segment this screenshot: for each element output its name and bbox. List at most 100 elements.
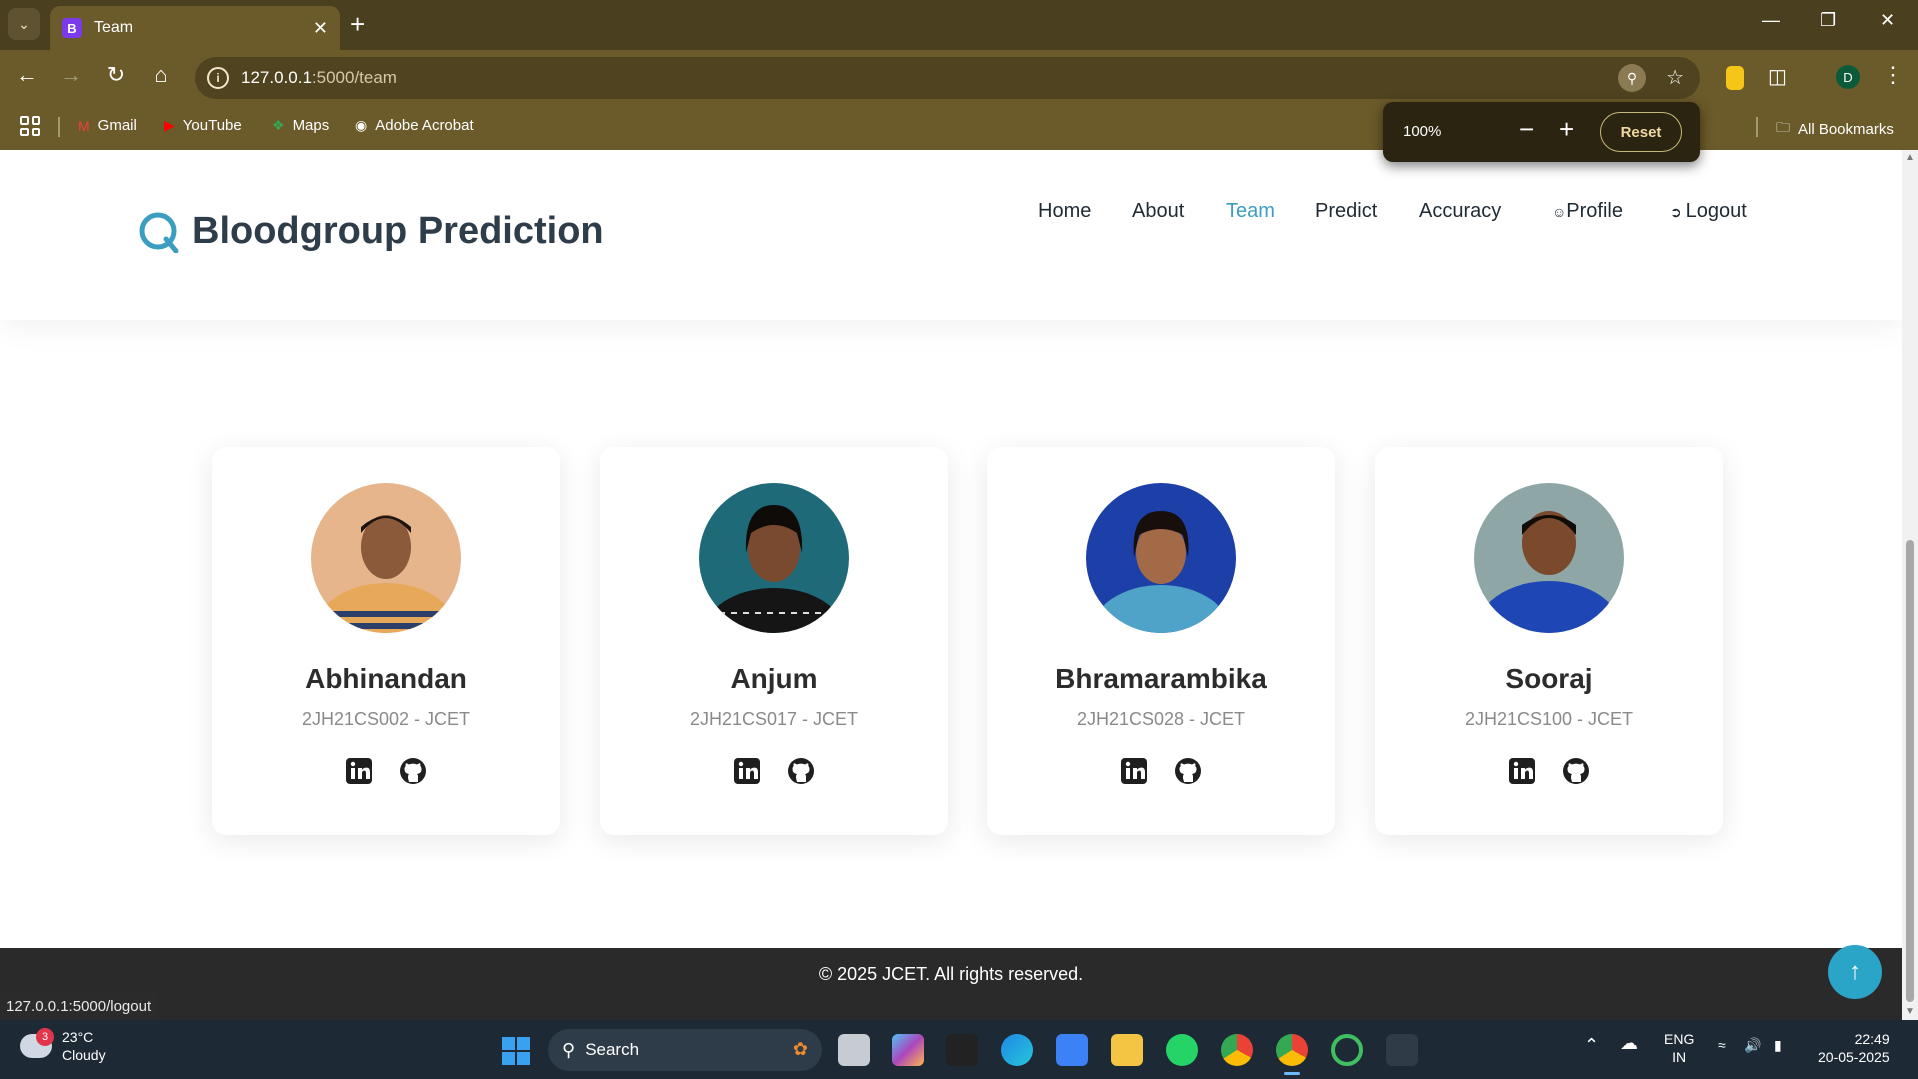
linkedin-icon[interactable] xyxy=(345,757,373,785)
chrome-icon[interactable] xyxy=(1221,1034,1253,1066)
zoom-in-icon[interactable]: + xyxy=(1559,114,1574,145)
nav-accuracy[interactable]: Accuracy xyxy=(1419,200,1501,223)
link-status-tooltip: 127.0.0.1:5000/logout xyxy=(0,992,158,1020)
terminal-window-icon[interactable] xyxy=(946,1034,978,1066)
tab-close-icon[interactable]: ✕ xyxy=(313,18,328,39)
weather-desc: Cloudy xyxy=(62,1047,106,1063)
minimize-icon[interactable]: — xyxy=(1762,10,1780,31)
zoom-reset-button[interactable]: Reset xyxy=(1600,112,1682,152)
clock[interactable]: 22:49 20-05-2025 xyxy=(1818,1030,1890,1066)
bookmark-label: Gmail xyxy=(97,117,137,134)
taskbar-search[interactable]: ⚲ Search ✿ xyxy=(548,1029,822,1071)
main-nav: Home About Team Predict Accuracy ☺Profil… xyxy=(0,200,1902,230)
chrome-active-icon[interactable] xyxy=(1276,1034,1308,1075)
nav-home[interactable]: Home xyxy=(1038,200,1091,223)
scroll-up-arrow-icon[interactable]: ▲ xyxy=(1905,152,1915,163)
all-bookmarks[interactable]: 🗀 All Bookmarks xyxy=(1776,117,1894,141)
github-icon[interactable] xyxy=(1562,757,1590,785)
file-explorer-icon[interactable] xyxy=(1111,1034,1143,1066)
profile-avatar[interactable]: D xyxy=(1836,65,1860,89)
maps-icon: ❖ xyxy=(272,117,285,133)
browser-tab-strip: ⌄ B Team ✕ + — ❐ ✕ xyxy=(0,0,1918,50)
microsoft-store-icon[interactable] xyxy=(1056,1034,1088,1066)
tab-search-chevron-icon[interactable]: ⌄ xyxy=(8,8,40,40)
scroll-to-top-button[interactable]: ↑ xyxy=(1828,945,1882,999)
scroll-down-arrow-icon[interactable]: ▼ xyxy=(1905,1006,1915,1017)
github-icon[interactable] xyxy=(399,757,427,785)
nav-profile[interactable]: ☺Profile xyxy=(1552,200,1623,223)
zoom-out-icon[interactable]: − xyxy=(1519,114,1534,145)
apps-grid-icon[interactable] xyxy=(20,116,40,136)
member-id: 2JH21CS100 - JCET xyxy=(1464,709,1634,729)
bookmark-adobe-acrobat[interactable]: ◉ Adobe Acrobat xyxy=(355,117,474,134)
url-text: 127.0.0.1:5000/team xyxy=(241,68,397,88)
back-arrow-icon[interactable]: ← xyxy=(12,62,42,88)
nav-predict[interactable]: Predict xyxy=(1315,200,1377,223)
folder-icon: 🗀 xyxy=(1776,119,1790,135)
weather-temp: 23°C xyxy=(62,1029,94,1045)
onedrive-cloud-icon[interactable]: ☁ xyxy=(1620,1034,1638,1052)
bookmark-gmail[interactable]: M Gmail xyxy=(78,117,137,134)
volume-icon[interactable]: 🔊 xyxy=(1744,1036,1761,1054)
member-name: Sooraj xyxy=(1505,663,1593,694)
tray-chevron-up-icon[interactable]: ⌃ xyxy=(1584,1036,1599,1054)
forward-arrow-icon[interactable]: → xyxy=(56,62,86,88)
nav-team[interactable]: Team xyxy=(1226,200,1275,223)
site-footer: © 2025 JCET. All rights reserved. xyxy=(0,948,1902,1020)
zoom-magnifier-icon[interactable]: ⚲ xyxy=(1618,64,1646,92)
language-code: ENG xyxy=(1664,1031,1695,1047)
bookmark-star-icon[interactable]: ☆ xyxy=(1666,65,1684,90)
notification-badge: 3 xyxy=(36,1028,54,1046)
edge-icon[interactable] xyxy=(1001,1034,1033,1066)
loading-app-icon[interactable] xyxy=(1331,1034,1363,1066)
social-links xyxy=(600,757,948,785)
taskbar-search-label: Search xyxy=(585,1040,640,1059)
bookmark-maps[interactable]: ❖ Maps xyxy=(272,117,329,134)
github-icon[interactable] xyxy=(1174,757,1202,785)
home-icon[interactable]: ⌂ xyxy=(146,62,176,88)
globe-icon: ◉ xyxy=(355,117,368,133)
member-photo xyxy=(699,483,849,633)
social-links xyxy=(987,757,1335,785)
bookmark-youtube[interactable]: ▶ YouTube xyxy=(164,117,242,134)
windows-start-icon[interactable] xyxy=(502,1037,530,1065)
site-header: Bloodgroup Prediction Home About Team Pr… xyxy=(0,150,1902,320)
site-info-icon[interactable]: i xyxy=(207,67,229,89)
nav-about[interactable]: About xyxy=(1132,200,1184,223)
page-scrollbar[interactable]: ▲ ▼ xyxy=(1902,150,1918,1020)
terminal-icon[interactable] xyxy=(1386,1034,1418,1066)
gmail-icon: M xyxy=(78,117,90,134)
linkedin-icon[interactable] xyxy=(1120,757,1148,785)
member-id: 2JH21CS017 - JCET xyxy=(689,709,859,729)
scrollbar-thumb[interactable] xyxy=(1906,540,1914,1002)
reload-icon[interactable]: ↻ xyxy=(101,62,131,88)
linkedin-icon[interactable] xyxy=(1508,757,1536,785)
zoom-level: 100% xyxy=(1403,123,1442,140)
address-bar[interactable]: i 127.0.0.1:5000/team ⚲ ☆ xyxy=(195,57,1700,99)
extensions-puzzle-icon[interactable]: ◫ xyxy=(1768,64,1787,89)
extension-yellow-icon[interactable] xyxy=(1726,66,1744,90)
nav-logout-label: Logout xyxy=(1685,200,1747,222)
wifi-icon[interactable]: ≈ xyxy=(1718,1036,1726,1054)
copilot-icon[interactable] xyxy=(892,1034,924,1066)
browser-menu-icon[interactable]: ⋮ xyxy=(1882,62,1904,88)
browser-tab-team[interactable]: B Team ✕ xyxy=(50,6,340,50)
nav-logout[interactable]: ➲ Logout xyxy=(1670,200,1747,223)
task-view-icon[interactable] xyxy=(838,1034,870,1066)
weather-widget[interactable]: 3 23°C Cloudy xyxy=(20,1028,106,1064)
arrow-up-icon: ↑ xyxy=(1849,958,1861,985)
bookmark-divider xyxy=(1756,117,1758,137)
member-photo xyxy=(1086,483,1236,633)
nav-profile-label: Profile xyxy=(1566,200,1623,222)
whatsapp-icon[interactable] xyxy=(1166,1034,1198,1066)
new-tab-plus-icon[interactable]: + xyxy=(350,10,365,38)
language-indicator[interactable]: ENG IN xyxy=(1664,1030,1694,1066)
restore-icon[interactable]: ❐ xyxy=(1820,10,1836,31)
window-close-icon[interactable]: ✕ xyxy=(1880,10,1895,31)
github-icon[interactable] xyxy=(787,757,815,785)
region-code: IN xyxy=(1672,1049,1687,1065)
weather-info: 23°C Cloudy xyxy=(62,1028,106,1064)
search-highlight-icon: ✿ xyxy=(792,1039,808,1059)
linkedin-icon[interactable] xyxy=(733,757,761,785)
battery-icon[interactable]: ▮ xyxy=(1774,1036,1782,1054)
